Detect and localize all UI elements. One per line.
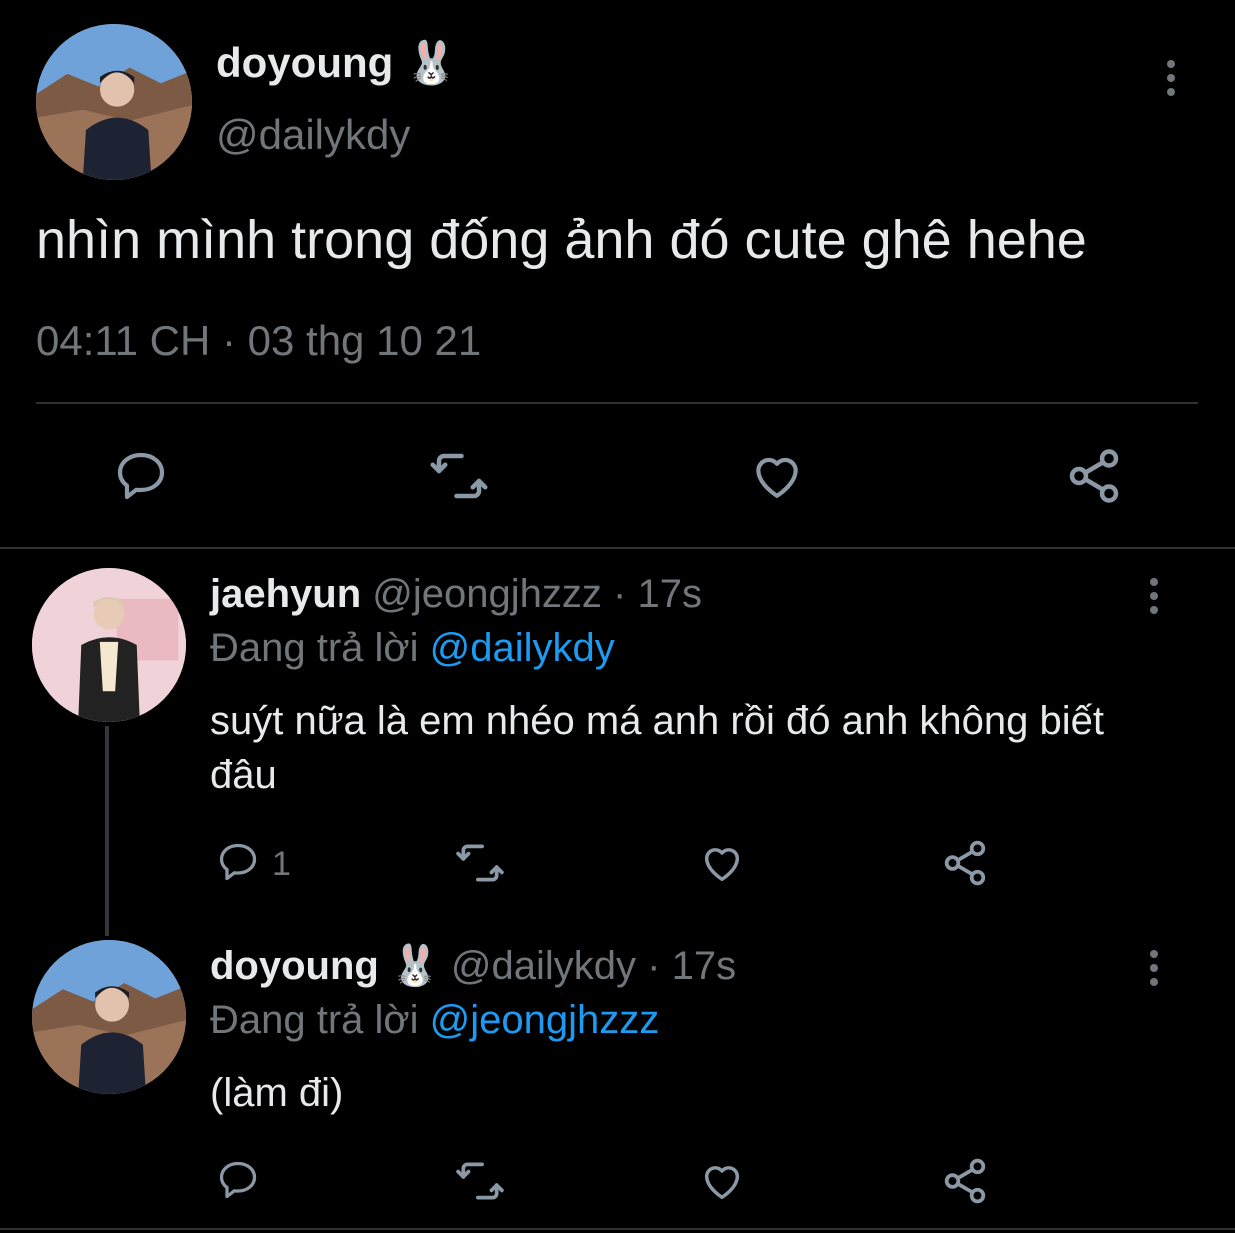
- reply-icon[interactable]: [214, 1158, 262, 1202]
- timestamp[interactable]: · 17s: [647, 944, 736, 988]
- reply-text: (làm đi): [210, 1071, 344, 1115]
- reply-header: doyoung 🐰 @dailykdy · 17s: [210, 942, 736, 990]
- like-icon[interactable]: [696, 840, 748, 886]
- like-icon[interactable]: [696, 1158, 748, 1204]
- replying-to: Đang trả lời @jeongjhzzz: [210, 998, 660, 1042]
- rabbit-emoji: 🐰: [404, 38, 458, 87]
- avatar[interactable]: [32, 568, 186, 722]
- mention-link[interactable]: @dailykdy: [430, 626, 615, 670]
- section-divider: [0, 547, 1235, 549]
- avatar-photo: [32, 568, 186, 722]
- mention-link[interactable]: @jeongjhzzz: [430, 998, 660, 1042]
- reply-icon[interactable]: [214, 840, 262, 884]
- more-options-icon[interactable]: [1165, 60, 1177, 102]
- avatar-photo: [36, 24, 192, 180]
- reply-header: jaehyun @jeongjhzzz · 17s: [210, 570, 702, 618]
- replying-to: Đang trả lời @dailykdy: [210, 626, 615, 670]
- reply-icon[interactable]: [110, 448, 172, 504]
- avatar[interactable]: [32, 940, 186, 1094]
- bottom-divider: [0, 1228, 1235, 1230]
- more-options-icon[interactable]: [1148, 578, 1160, 620]
- display-name[interactable]: doyoung 🐰: [216, 38, 457, 88]
- divider: [36, 402, 1198, 404]
- more-options-icon[interactable]: [1148, 950, 1160, 992]
- share-icon[interactable]: [940, 1156, 990, 1206]
- avatar-photo: [32, 940, 186, 1094]
- retweet-icon[interactable]: [424, 446, 494, 506]
- tweet-text: nhìn mình trong đống ảnh đó cute ghê heh…: [36, 210, 1087, 270]
- retweet-icon[interactable]: [452, 1156, 508, 1206]
- display-name[interactable]: doyoung: [210, 944, 379, 988]
- avatar[interactable]: [36, 24, 192, 180]
- like-icon[interactable]: [746, 448, 808, 504]
- share-icon[interactable]: [940, 838, 990, 888]
- timestamp[interactable]: · 17s: [613, 572, 702, 616]
- reply-count: 1: [272, 845, 291, 883]
- share-icon[interactable]: [1064, 446, 1124, 506]
- handle[interactable]: @dailykdy: [451, 944, 636, 988]
- reply-text: suýt nữa là em nhéo má anh rồi đó anh kh…: [210, 699, 1105, 797]
- handle[interactable]: @jeongjhzzz: [372, 572, 602, 616]
- rabbit-emoji: 🐰: [389, 943, 440, 989]
- retweet-icon[interactable]: [452, 838, 508, 888]
- display-name[interactable]: jaehyun: [210, 572, 361, 616]
- handle[interactable]: @dailykdy: [216, 110, 410, 160]
- timestamp[interactable]: 04:11 CH · 03 thg 10 21: [36, 316, 481, 366]
- thread-connector: [105, 726, 109, 936]
